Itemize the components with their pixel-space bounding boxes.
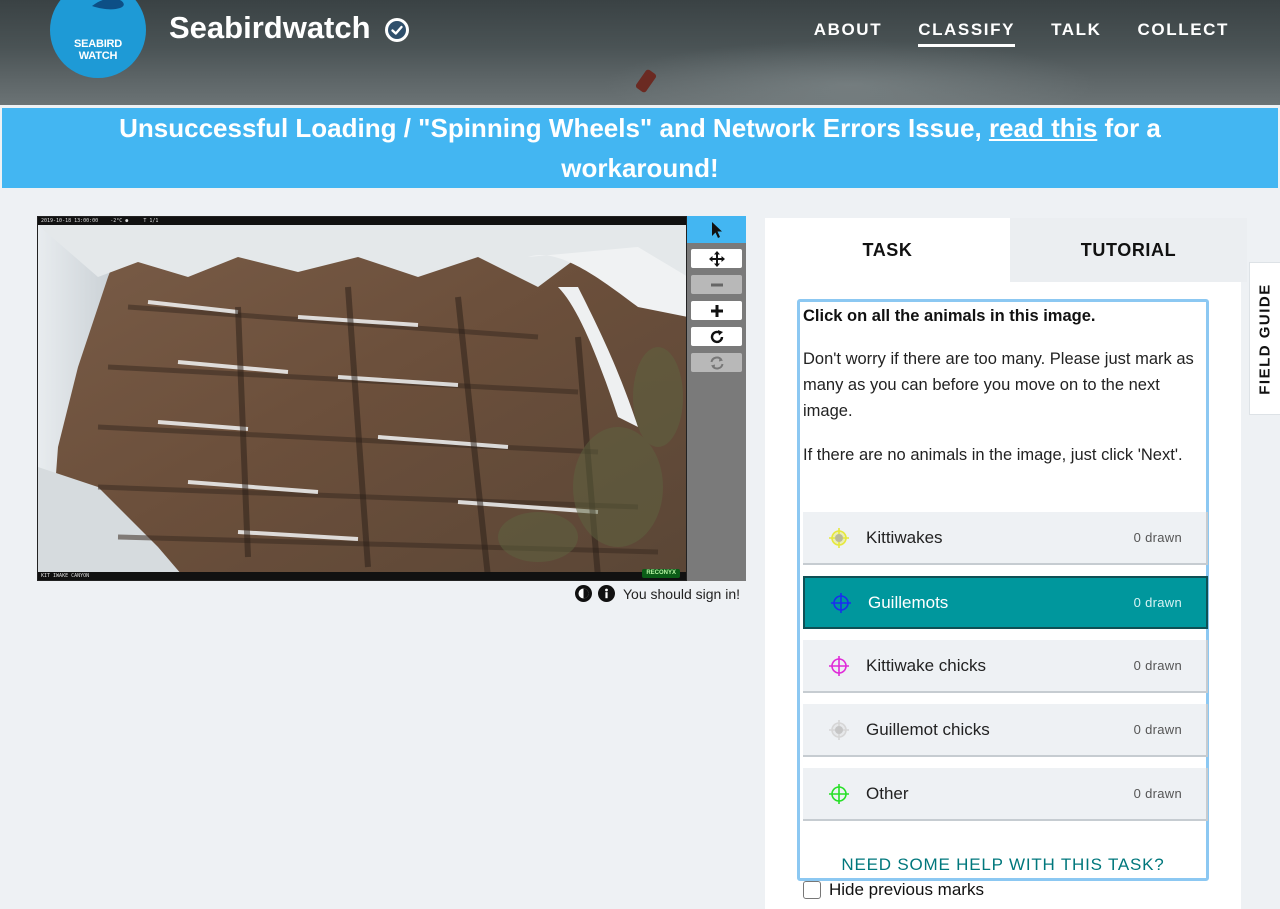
answer-kittiwakes[interactable]: Kittiwakes 0 drawn (803, 512, 1208, 565)
answer-label: Guillemot chicks (866, 719, 990, 739)
task-instruction-1: Don't worry if there are too many. Pleas… (803, 350, 1194, 420)
task-area: Click on all the animals in this image. … (797, 299, 1209, 881)
nav-collect[interactable]: COLLECT (1138, 20, 1229, 47)
project-logo[interactable]: SEABIRD WATCH (50, 0, 146, 78)
reset-icon (710, 356, 723, 369)
guillemot-marker-icon (831, 592, 851, 613)
move-icon (708, 250, 725, 267)
banner-read-this-link[interactable]: read this (989, 113, 1097, 143)
task-panel: TASK TUTORIAL Click on all the animals i… (765, 218, 1247, 909)
field-guide-label: FIELD GUIDE (1256, 282, 1274, 395)
task-tabs: TASK TUTORIAL (765, 218, 1247, 282)
announcement-banner: Unsuccessful Loading / "Spinning Wheels"… (2, 108, 1278, 188)
zoom-out-button[interactable] (691, 275, 742, 294)
answer-count: 0 drawn (1133, 595, 1182, 610)
task-instruction-2: If there are no animals in the image, ju… (803, 446, 1183, 464)
project-title[interactable]: Seabirdwatch (169, 10, 371, 46)
header-background-texture (600, 40, 1100, 105)
other-marker-icon (829, 783, 849, 804)
pointer-tool-button[interactable] (687, 216, 746, 243)
answer-label: Kittiwake chicks (866, 655, 986, 675)
invert-contrast-icon[interactable] (575, 585, 592, 602)
move-tool-button[interactable] (691, 249, 742, 268)
image-toolbar (687, 216, 746, 581)
kittiwake-marker-icon (829, 527, 849, 548)
logo-text: SEABIRD WATCH (50, 38, 146, 62)
answer-count: 0 drawn (1133, 658, 1182, 673)
answer-label: Kittiwakes (866, 527, 943, 547)
zoom-in-icon (710, 304, 723, 317)
guillemot-chick-marker-icon (829, 719, 849, 740)
nav-talk[interactable]: TALK (1051, 20, 1101, 47)
seabird-icon (92, 0, 124, 10)
nav-classify[interactable]: CLASSIFY (918, 20, 1016, 47)
camera-info-bottom: KIT IWAKE CANYON (38, 572, 686, 580)
answer-other[interactable]: Other 0 drawn (803, 768, 1208, 821)
camera-brand-label: RECONYX (642, 569, 680, 578)
tab-task[interactable]: TASK (765, 218, 1010, 282)
tab-tutorial[interactable]: TUTORIAL (1010, 218, 1247, 282)
task-help-link[interactable]: NEED SOME HELP WITH THIS TASK? (800, 855, 1206, 875)
answer-label: Other (866, 783, 909, 803)
answer-kittiwake-chicks[interactable]: Kittiwake chicks 0 drawn (803, 640, 1208, 693)
pointer-icon (711, 221, 722, 238)
reset-view-button[interactable] (691, 353, 742, 372)
field-guide-tab[interactable]: FIELD GUIDE (1249, 262, 1280, 415)
verified-badge-icon (385, 18, 409, 42)
sign-in-prompt[interactable]: You should sign in! (623, 586, 740, 602)
hide-previous-checkbox[interactable] (803, 881, 821, 899)
subject-image[interactable]: 2019-10-18 13:00:00 -2°C ● T 1/1 KIT IWA… (37, 216, 687, 581)
hide-previous-label[interactable]: Hide previous marks (829, 880, 984, 900)
zoom-out-icon (710, 283, 723, 286)
viewer-meta-row: You should sign in! (575, 585, 740, 602)
camera-info-top: 2019-10-18 13:00:00 -2°C ● T 1/1 (38, 217, 686, 225)
answer-guillemots[interactable]: Guillemots 0 drawn (803, 576, 1208, 629)
nav-about[interactable]: ABOUT (814, 20, 882, 47)
banner-text-before: Unsuccessful Loading / "Spinning Wheels"… (119, 113, 989, 143)
logo-text-line1: SEABIRD (73, 38, 123, 50)
answer-count: 0 drawn (1133, 786, 1182, 801)
answer-count: 0 drawn (1133, 530, 1182, 545)
info-icon[interactable] (598, 585, 615, 602)
site-header: SEABIRD WATCH Seabirdwatch ABOUT CLASSIF… (0, 0, 1280, 105)
rotate-button[interactable] (691, 327, 742, 346)
zoom-in-button[interactable] (691, 301, 742, 320)
cliff-photo (38, 217, 686, 580)
answer-count: 0 drawn (1133, 722, 1182, 737)
task-question: Click on all the animals in this image. (803, 307, 1096, 325)
answer-label: Guillemots (868, 592, 949, 612)
main-nav: ABOUT CLASSIFY TALK COLLECT (814, 20, 1229, 47)
rotate-icon (710, 329, 723, 343)
answer-guillemot-chicks[interactable]: Guillemot chicks 0 drawn (803, 704, 1208, 757)
hide-previous-marks: Hide previous marks (803, 880, 984, 900)
kittiwake-chick-marker-icon (829, 655, 849, 676)
logo-text-line2: WATCH (78, 50, 118, 62)
